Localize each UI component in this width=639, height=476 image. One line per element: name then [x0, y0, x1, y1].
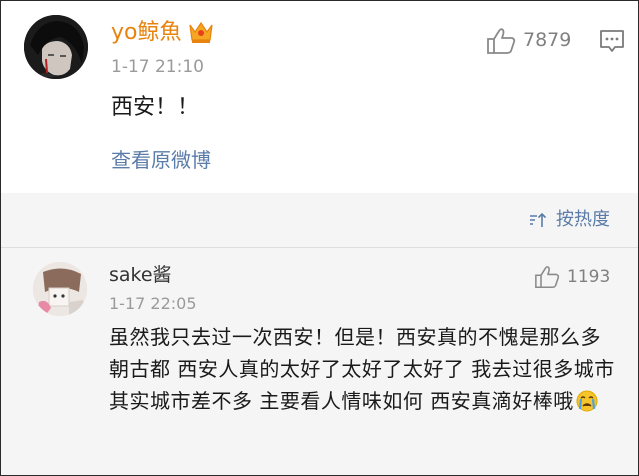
view-original-link[interactable]: 查看原微博 — [111, 147, 211, 173]
like-count: 7879 — [523, 29, 572, 51]
comment-text: 虽然我只去过一次西安！但是！西安真的不愧是那么多朝古都 西安人真的太好了太好了太… — [109, 321, 619, 417]
username[interactable]: yo鲸魚 — [111, 19, 181, 47]
avatar[interactable] — [24, 15, 88, 79]
comments-section: 按热度 sake酱 1-17 22:05 1193 虽然我只去过一次西安！但是！… — [1, 193, 638, 475]
avatar[interactable] — [33, 262, 87, 316]
sort-icon[interactable] — [529, 212, 547, 228]
comment-timestamp: 1-17 22:05 — [109, 294, 197, 313]
comment-username[interactable]: sake酱 — [109, 263, 172, 287]
thumbs-up-icon[interactable] — [534, 265, 560, 289]
post-text: 西安！！ — [111, 95, 200, 120]
crown-icon — [189, 21, 213, 43]
crying-face-emoji-icon — [576, 390, 598, 412]
comment-like-count: 1193 — [567, 267, 611, 287]
avatar-image — [33, 262, 87, 316]
sort-bar: 按热度 — [1, 193, 638, 248]
comment-body: 虽然我只去过一次西安！但是！西安真的不愧是那么多朝古都 西安人真的太好了太好了太… — [109, 325, 615, 413]
original-post: yo鲸魚 1-17 21:10 7879 西安！！ 查看原微博 — [1, 1, 638, 193]
post-timestamp: 1-17 21:10 — [111, 57, 204, 77]
comment-icon[interactable] — [599, 28, 625, 54]
thumbs-up-icon[interactable] — [486, 27, 516, 55]
avatar-image — [24, 15, 88, 79]
weibo-comment-screen: yo鲸魚 1-17 21:10 7879 西安！！ 查看原微博 按热度 sake… — [0, 0, 639, 476]
sort-by-hot-button[interactable]: 按热度 — [556, 208, 610, 232]
